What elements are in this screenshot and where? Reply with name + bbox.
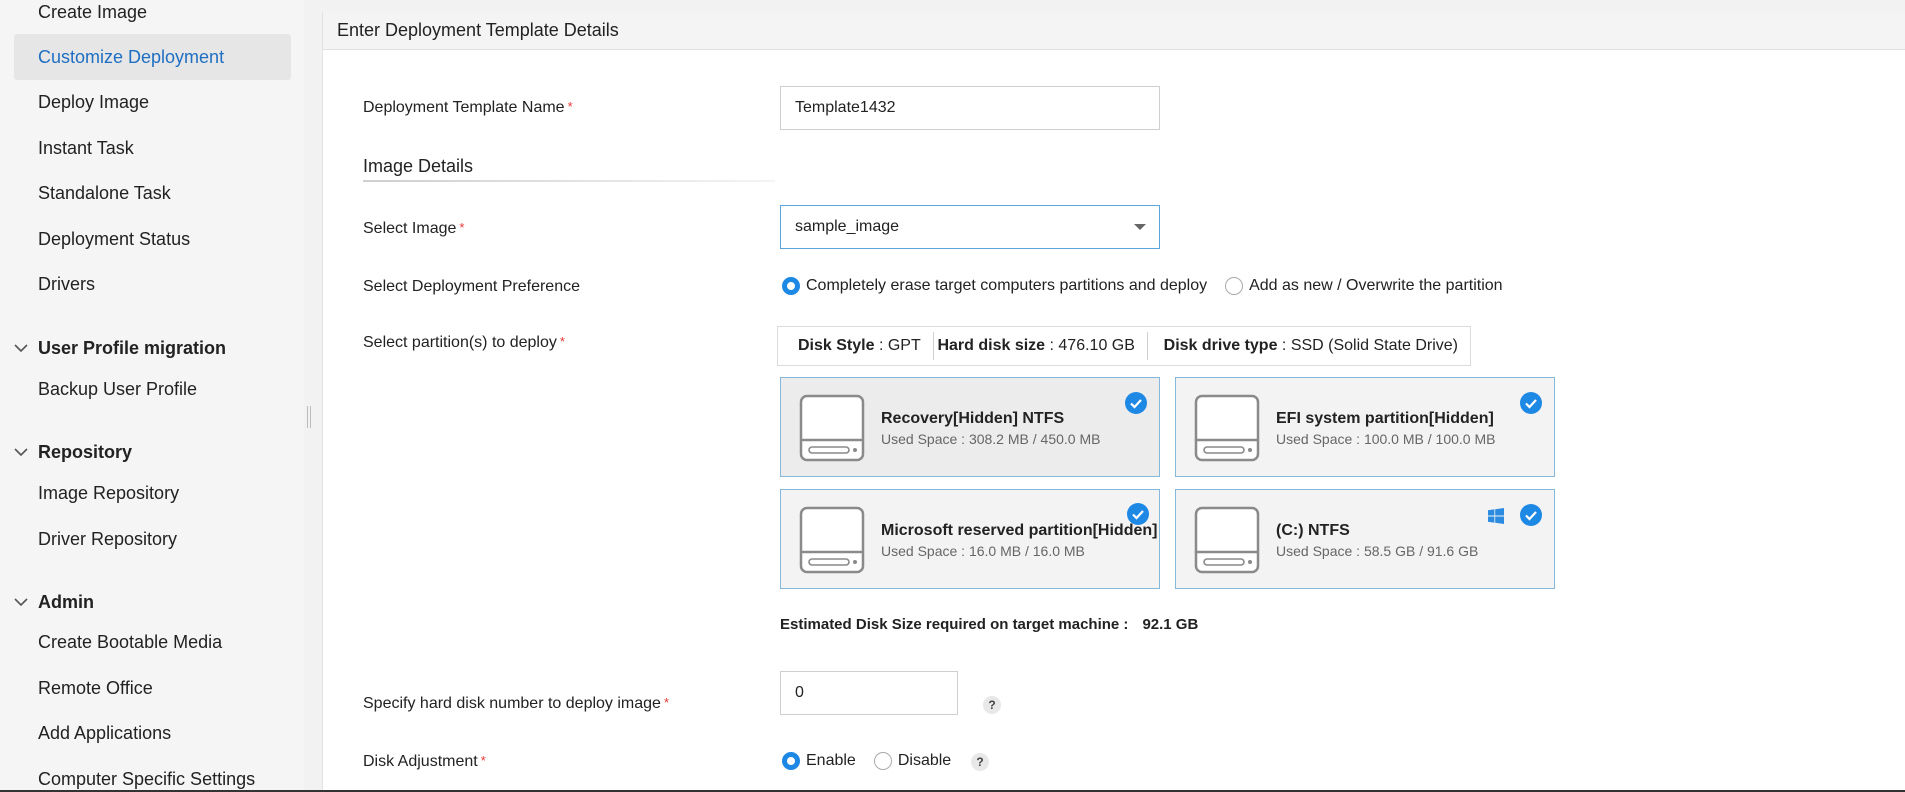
section-admin[interactable]: Admin: [14, 592, 94, 613]
panel-header: Enter Deployment Template Details: [323, 12, 1905, 50]
partition-name: EFI system partition[Hidden]: [1276, 410, 1494, 427]
select-partitions-label: Select partition(s) to deploy *: [363, 334, 565, 351]
checkmark-icon[interactable]: [1127, 503, 1149, 525]
checkmark-icon[interactable]: [1125, 392, 1147, 414]
radio-add-overwrite[interactable]: [1225, 277, 1244, 295]
nav-backup-user-profile[interactable]: Backup User Profile: [38, 379, 197, 400]
partition-name: (C:) NTFS: [1276, 522, 1350, 539]
sidebar-resize-handle[interactable]: [306, 402, 314, 432]
hard-disk-size: Hard disk size : 476.10 GB: [937, 337, 1135, 354]
nav-deploy-image[interactable]: Deploy Image: [38, 92, 149, 113]
radio-enable-label[interactable]: Enable: [806, 752, 856, 770]
chevron-down-icon: [14, 344, 38, 353]
nav-standalone-task[interactable]: Standalone Task: [38, 183, 171, 204]
nav-image-repository[interactable]: Image Repository: [38, 483, 179, 504]
disk-info-bar: Disk Style : GPT Hard disk size : 476.10…: [777, 326, 1471, 366]
main-panel: Enter Deployment Template Details Deploy…: [322, 12, 1905, 792]
hard-disk-number-input[interactable]: [780, 671, 958, 715]
estimated-disk-size-value: 92.1 GB: [1142, 616, 1199, 633]
radio-disable-label[interactable]: Disable: [898, 752, 951, 770]
radio-enable[interactable]: [782, 752, 800, 770]
partition-used-space: Used Space : 100.0 MB / 100.0 MB: [1276, 431, 1496, 447]
section-title: Repository: [38, 442, 133, 462]
partition-card-efi[interactable]: EFI system partition[Hidden] Used Space …: [1175, 377, 1555, 477]
sidebar: Create Image Customize Deployment Deploy…: [0, 0, 304, 792]
help-icon[interactable]: ?: [983, 696, 1001, 714]
nav-create-bootable-media[interactable]: Create Bootable Media: [38, 632, 222, 653]
image-details-heading: Image Details: [363, 156, 474, 176]
nav-deployment-status[interactable]: Deployment Status: [38, 229, 190, 250]
page-title: Enter Deployment Template Details: [337, 20, 619, 40]
select-image-value: sample_image: [795, 218, 900, 235]
radio-erase-and-deploy[interactable]: [782, 277, 800, 295]
estimated-disk-size: Estimated Disk Size required on target m…: [780, 616, 1199, 633]
partition-name: Recovery[Hidden] NTFS: [881, 410, 1065, 427]
nav-computer-specific-settings[interactable]: Computer Specific Settings: [38, 769, 255, 790]
disk-adjustment-group: Enable Disable: [782, 752, 969, 770]
chevron-down-icon: [14, 448, 38, 457]
section-title: User Profile migration: [38, 338, 227, 358]
help-icon[interactable]: ?: [971, 753, 989, 771]
checkmark-icon[interactable]: [1520, 504, 1542, 526]
nav-remote-office[interactable]: Remote Office: [38, 678, 153, 699]
hard-drive-icon: [799, 394, 865, 462]
radio-disable[interactable]: [873, 752, 892, 770]
radio-add-overwrite-label[interactable]: Add as new / Overwrite the partition: [1249, 277, 1502, 295]
checkmark-icon[interactable]: [1520, 392, 1542, 414]
partition-card-c-drive[interactable]: (C:) NTFS Used Space : 58.5 GB / 91.6 GB: [1175, 489, 1555, 589]
nav-drivers[interactable]: Drivers: [38, 274, 95, 295]
section-title: Admin: [38, 592, 94, 612]
partition-used-space: Used Space : 308.2 MB / 450.0 MB: [881, 431, 1101, 447]
partition-used-space: Used Space : 16.0 MB / 16.0 MB: [881, 543, 1085, 559]
select-image-label: Select Image *: [363, 220, 465, 237]
template-name-input[interactable]: [780, 86, 1160, 130]
disk-style: Disk Style : GPT: [798, 337, 921, 354]
deployment-preference-group: Completely erase target computers partit…: [782, 277, 1521, 295]
hard-disk-number-label: Specify hard disk number to deploy image…: [363, 695, 669, 712]
caret-down-icon: [1134, 224, 1146, 230]
hard-drive-icon: [1194, 506, 1260, 574]
section-divider: [363, 180, 775, 182]
partition-card-recovery[interactable]: Recovery[Hidden] NTFS Used Space : 308.2…: [780, 377, 1160, 477]
radio-erase-and-deploy-label[interactable]: Completely erase target computers partit…: [806, 277, 1207, 295]
chevron-down-icon: [14, 598, 38, 607]
nav-customize-deployment[interactable]: Customize Deployment: [14, 34, 291, 80]
nav-driver-repository[interactable]: Driver Repository: [38, 529, 177, 550]
nav-create-image[interactable]: Create Image: [38, 2, 147, 23]
hard-drive-icon: [799, 506, 865, 574]
section-repository[interactable]: Repository: [14, 442, 132, 463]
partition-name: Microsoft reserved partition[Hidden]: [881, 522, 1158, 539]
disk-drive-type: Disk drive type : SSD (Solid State Drive…: [1163, 337, 1458, 354]
section-user-profile-migration[interactable]: User Profile migration: [14, 338, 226, 359]
partition-card-msr[interactable]: Microsoft reserved partition[Hidden] Use…: [780, 489, 1160, 589]
select-image-dropdown[interactable]: sample_image: [780, 205, 1160, 249]
windows-icon: [1488, 508, 1504, 524]
disk-adjustment-label: Disk Adjustment *: [363, 753, 486, 770]
nav-instant-task[interactable]: Instant Task: [38, 138, 134, 159]
nav-add-applications[interactable]: Add Applications: [38, 723, 171, 744]
template-name-label: Deployment Template Name *: [363, 99, 573, 116]
deployment-preference-label: Select Deployment Preference: [363, 278, 580, 295]
hard-drive-icon: [1194, 394, 1260, 462]
partition-used-space: Used Space : 58.5 GB / 91.6 GB: [1276, 543, 1479, 559]
